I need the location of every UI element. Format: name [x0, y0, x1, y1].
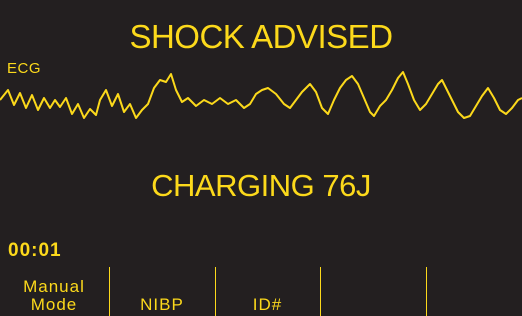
softkey-nibp[interactable]: NIBP	[110, 267, 214, 316]
softkey-bar: Manual Mode NIBP ID#	[0, 267, 522, 316]
softkey-label-line2: ID#	[252, 295, 283, 314]
elapsed-timer: 00:01	[8, 240, 62, 261]
softkey-manual-mode[interactable]: Manual Mode	[0, 267, 108, 316]
softkey-id[interactable]: ID#	[216, 267, 319, 316]
ecg-waveform	[0, 71, 522, 119]
softkey-4[interactable]	[321, 267, 425, 316]
softkey-label-line2: Mode	[30, 295, 78, 314]
softkey-label-line1: Manual	[23, 277, 85, 296]
ecg-trace	[0, 71, 522, 119]
charging-status: CHARGING 76J	[151, 168, 371, 203]
softkey-label-line2: NIBP	[140, 295, 184, 314]
defibrillator-screen: SHOCK ADVISED ECG CHARGING 76J 00:01 Man…	[0, 0, 522, 316]
softkey-5[interactable]	[427, 267, 522, 316]
shock-advised-message: SHOCK ADVISED	[129, 18, 393, 55]
